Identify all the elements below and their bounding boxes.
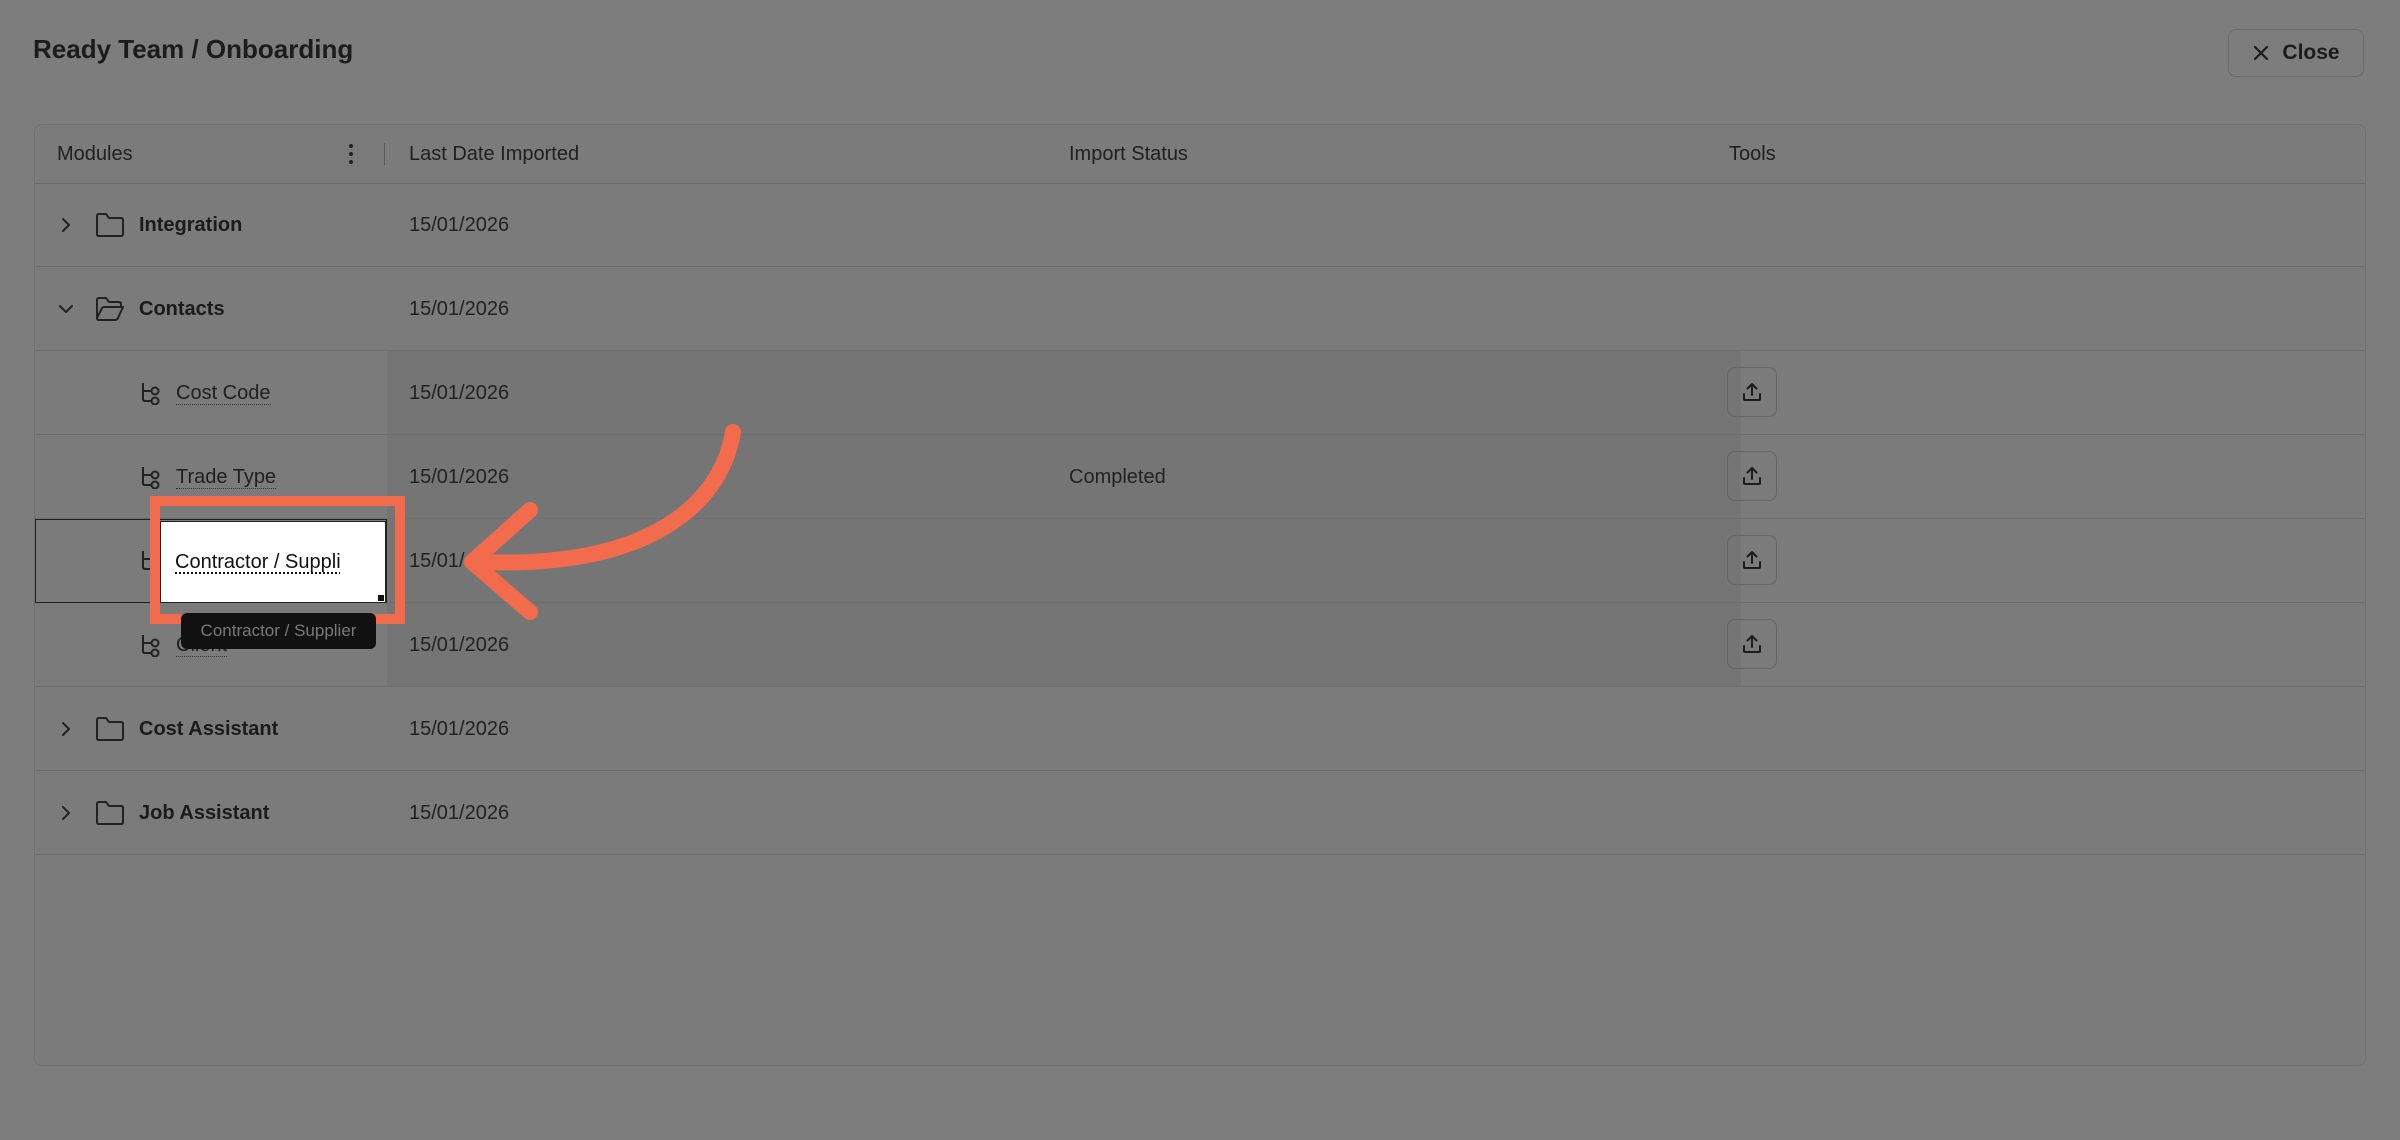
- row-name[interactable]: Integration: [139, 214, 242, 237]
- folder-open-icon: [96, 297, 124, 321]
- row-date: 15/01/2026: [409, 634, 510, 656]
- row-date: 15/01/2026: [409, 298, 510, 320]
- name-edit-value: Contractor / Suppli: [175, 550, 341, 573]
- table-header: Modules Last Date Imported Import Status…: [35, 125, 2365, 184]
- upload-icon: [1743, 635, 1761, 653]
- name-tooltip: Contractor / Supplier: [181, 613, 376, 649]
- table-row[interactable]: Job Assistant 15/01/2026: [35, 771, 2365, 855]
- upload-button[interactable]: [1727, 367, 1777, 417]
- chevron-right-icon[interactable]: [57, 216, 75, 234]
- tree-icon: [142, 467, 160, 489]
- row-date: 15/01/2026: [409, 802, 510, 824]
- chevron-right-icon[interactable]: [57, 720, 75, 738]
- folder-icon: [96, 717, 124, 741]
- folder-icon: [96, 801, 124, 825]
- page-title: Ready Team / Onboarding: [33, 34, 354, 64]
- folder-icon: [96, 213, 124, 237]
- row-status: Completed: [1069, 466, 1166, 488]
- table-row[interactable]: Integration 15/01/2026: [35, 183, 2365, 267]
- column-import-status[interactable]: Import Status: [1069, 143, 1188, 166]
- row-date: 15/01/2026: [409, 214, 510, 236]
- table-row[interactable]: Cost Code 15/01/2026: [35, 351, 2365, 435]
- table-row[interactable]: Cost Assistant 15/01/2026: [35, 687, 2365, 771]
- row-date: 15/01/: [409, 550, 465, 572]
- row-name[interactable]: Trade Type: [176, 466, 277, 489]
- upload-button[interactable]: [1727, 619, 1777, 669]
- row-name[interactable]: Contacts: [139, 298, 225, 321]
- row-date: 15/01/2026: [409, 382, 510, 404]
- chevron-down-icon[interactable]: [57, 300, 75, 318]
- row-name[interactable]: Cost Code: [176, 382, 271, 405]
- table-row[interactable]: Contacts 15/01/2026: [35, 267, 2365, 351]
- more-vertical-icon[interactable]: [343, 141, 359, 167]
- tree-icon: [142, 635, 160, 657]
- upload-button[interactable]: [1727, 535, 1777, 585]
- row-date: 15/01/2026: [409, 718, 510, 740]
- close-button-label: Close: [2282, 41, 2340, 64]
- upload-button[interactable]: [1727, 451, 1777, 501]
- resize-handle[interactable]: [378, 595, 384, 601]
- tree-icon: [142, 383, 160, 405]
- upload-icon: [1743, 467, 1761, 485]
- upload-icon: [1743, 383, 1761, 401]
- row-name[interactable]: Job Assistant: [139, 802, 269, 825]
- column-tools[interactable]: Tools: [1729, 143, 1776, 166]
- column-resizer[interactable]: [384, 143, 385, 165]
- chevron-right-icon[interactable]: [57, 804, 75, 822]
- name-edit-input[interactable]: Contractor / Suppli: [160, 521, 386, 603]
- row-date: 15/01/2026: [409, 466, 510, 488]
- close-icon: [2254, 45, 2269, 61]
- close-button[interactable]: Close: [2228, 29, 2364, 77]
- column-modules[interactable]: Modules: [57, 143, 133, 166]
- row-name[interactable]: Cost Assistant: [139, 718, 278, 741]
- column-last-date-imported[interactable]: Last Date Imported: [409, 143, 579, 166]
- upload-icon: [1743, 551, 1761, 569]
